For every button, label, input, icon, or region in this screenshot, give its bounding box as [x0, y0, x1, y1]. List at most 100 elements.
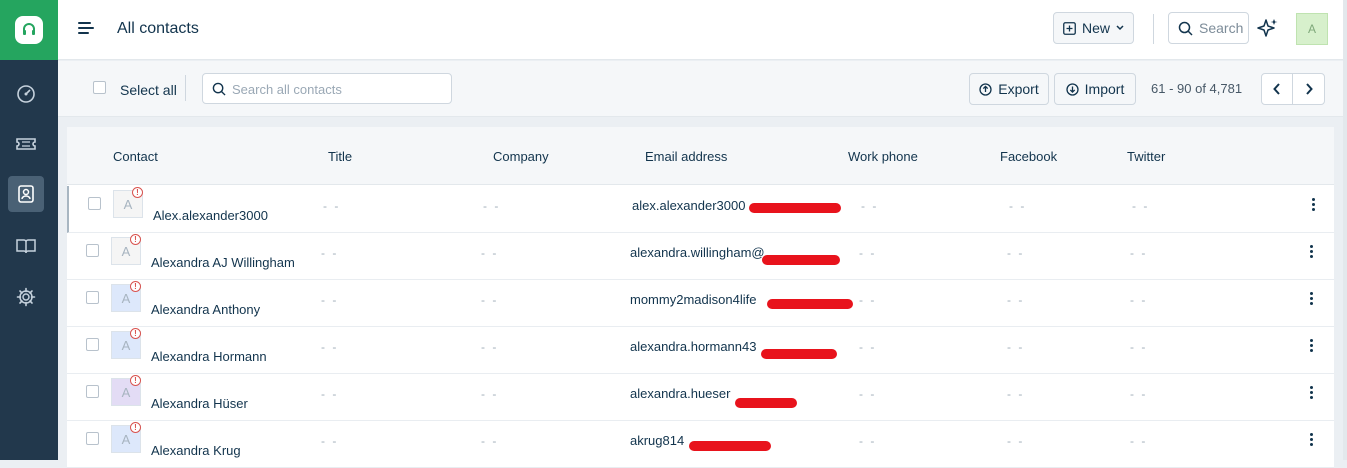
empty-cell: - -	[1132, 199, 1150, 213]
sidebar-item-knowledge-base[interactable]	[8, 228, 44, 264]
new-button-label: New	[1081, 20, 1110, 36]
sidebar-item-contacts[interactable]	[8, 176, 44, 212]
row-checkbox[interactable]	[88, 197, 101, 210]
redaction-mark	[761, 349, 837, 359]
empty-cell: - -	[1007, 293, 1025, 307]
table-row[interactable]: A! Alex.alexander3000- -- -- -- -- - alex.…	[67, 186, 1334, 233]
next-page-button[interactable]	[1292, 73, 1325, 105]
contacts-toolbar: Select all Export Import 61 - 90 of 4,78…	[58, 61, 1347, 117]
table-row[interactable]: A! Alexandra Anthony - -- -- -- -- - mommy2…	[67, 280, 1334, 327]
alert-icon: !	[130, 422, 141, 433]
contacts-search-input[interactable]	[232, 80, 442, 98]
column-header-facebook[interactable]: Facebook	[1000, 149, 1057, 164]
export-icon	[979, 82, 992, 96]
new-button[interactable]: New	[1053, 12, 1134, 44]
empty-cell: - -	[481, 246, 499, 260]
previous-page-button[interactable]	[1261, 73, 1293, 105]
row-checkbox[interactable]	[86, 432, 99, 445]
empty-cell: - -	[1130, 434, 1148, 448]
alert-icon: !	[130, 281, 141, 292]
contact-name-link[interactable]: Alex.alexander3000	[153, 208, 268, 223]
empty-cell: - -	[859, 387, 877, 401]
empty-cell: - -	[1007, 434, 1025, 448]
book-icon	[16, 239, 36, 254]
column-header-work-phone[interactable]: Work phone	[848, 149, 918, 164]
contact-name-link[interactable]: Alexandra Krug	[151, 443, 241, 458]
row-checkbox[interactable]	[86, 291, 99, 304]
contacts-search-field[interactable]	[202, 73, 452, 104]
import-label: Import	[1084, 81, 1125, 97]
empty-cell: - -	[859, 246, 877, 260]
empty-cell: - -	[859, 340, 877, 354]
empty-cell: - -	[861, 199, 879, 213]
select-all-checkbox[interactable]	[93, 81, 106, 94]
empty-cell: - -	[1007, 387, 1025, 401]
contact-name-link[interactable]: Alexandra Anthony	[151, 302, 260, 317]
toolbar-divider	[1153, 14, 1154, 44]
row-checkbox[interactable]	[86, 385, 99, 398]
export-button[interactable]: Export	[969, 73, 1049, 105]
top-bar: All contacts New Search A	[58, 0, 1347, 60]
column-header-email[interactable]: Email address	[645, 149, 727, 164]
page-title: All contacts	[117, 20, 199, 37]
column-header-company[interactable]: Company	[493, 149, 549, 164]
more-options-icon[interactable]	[1309, 198, 1317, 212]
sparkle-icon[interactable]	[1257, 17, 1279, 39]
more-options-icon[interactable]	[1307, 433, 1315, 447]
dashboard-icon	[17, 85, 35, 103]
sidebar	[0, 0, 58, 460]
empty-cell: - -	[321, 340, 339, 354]
pagination-info: 61 - 90 of 4,781	[1151, 81, 1243, 96]
sidebar-item-dashboard[interactable]	[8, 76, 44, 112]
column-header-contact[interactable]: Contact	[113, 149, 158, 164]
email-cell[interactable]: alexandra.hueser	[630, 386, 730, 401]
more-options-icon[interactable]	[1307, 292, 1315, 306]
redaction-mark	[689, 441, 771, 451]
empty-cell: - -	[321, 246, 339, 260]
email-cell[interactable]: mommy2madison4life	[630, 292, 756, 307]
alert-icon: !	[130, 234, 141, 245]
column-header-title[interactable]: Title	[328, 149, 352, 164]
export-label: Export	[998, 81, 1039, 97]
more-options-icon[interactable]	[1307, 386, 1315, 400]
global-search-button[interactable]: Search	[1168, 12, 1249, 44]
chevron-right-icon	[1305, 83, 1313, 95]
email-cell[interactable]: alex.alexander3000	[632, 198, 745, 213]
chevron-down-icon	[1116, 25, 1124, 31]
sidebar-item-tickets[interactable]	[8, 126, 44, 162]
app-logo[interactable]	[0, 0, 58, 60]
toolbar-separator	[185, 75, 186, 101]
empty-cell: - -	[1130, 340, 1148, 354]
redaction-mark	[762, 255, 840, 265]
contact-name-link[interactable]: Alexandra AJ Willingham	[151, 255, 295, 270]
row-checkbox[interactable]	[86, 244, 99, 257]
table-row[interactable]: A! Alexandra Hormann - -- -- -- -- - alexan…	[67, 327, 1334, 374]
column-header-twitter[interactable]: Twitter	[1127, 149, 1165, 164]
chevron-left-icon	[1273, 83, 1280, 95]
email-cell[interactable]: alexandra.hormann43	[630, 339, 756, 354]
contact-name-link[interactable]: Alexandra Hormann	[151, 349, 267, 364]
contact-name-link[interactable]: Alexandra Hüser	[151, 396, 248, 411]
contacts-icon	[18, 185, 34, 203]
email-cell[interactable]: akrug814	[630, 433, 684, 448]
user-avatar[interactable]: A	[1296, 13, 1328, 45]
sidebar-item-settings[interactable]	[8, 279, 44, 315]
menu-icon[interactable]	[78, 20, 94, 36]
headset-icon	[15, 16, 43, 44]
alert-icon: !	[130, 375, 141, 386]
empty-cell: - -	[481, 434, 499, 448]
table-header: Contact Title Company Email address Work…	[67, 127, 1334, 185]
select-all-label: Select all	[120, 82, 177, 98]
table-row[interactable]: A! Alexandra Krug - -- -- -- -- - akrug814	[67, 421, 1334, 468]
row-checkbox[interactable]	[86, 338, 99, 351]
search-icon	[1178, 21, 1193, 36]
import-button[interactable]: Import	[1054, 73, 1136, 105]
email-cell[interactable]: alexandra.willingham@	[630, 245, 765, 260]
empty-cell: - -	[1007, 246, 1025, 260]
table-row[interactable]: A! Alexandra Hüser - -- -- -- -- - alexandr…	[67, 374, 1334, 421]
table-row[interactable]: A! Alexandra AJ Willingham - -- -- -- -- -…	[67, 233, 1334, 280]
more-options-icon[interactable]	[1307, 245, 1315, 259]
more-options-icon[interactable]	[1307, 339, 1315, 353]
empty-cell: - -	[1130, 293, 1148, 307]
page-scrollbar[interactable]	[1343, 0, 1347, 460]
